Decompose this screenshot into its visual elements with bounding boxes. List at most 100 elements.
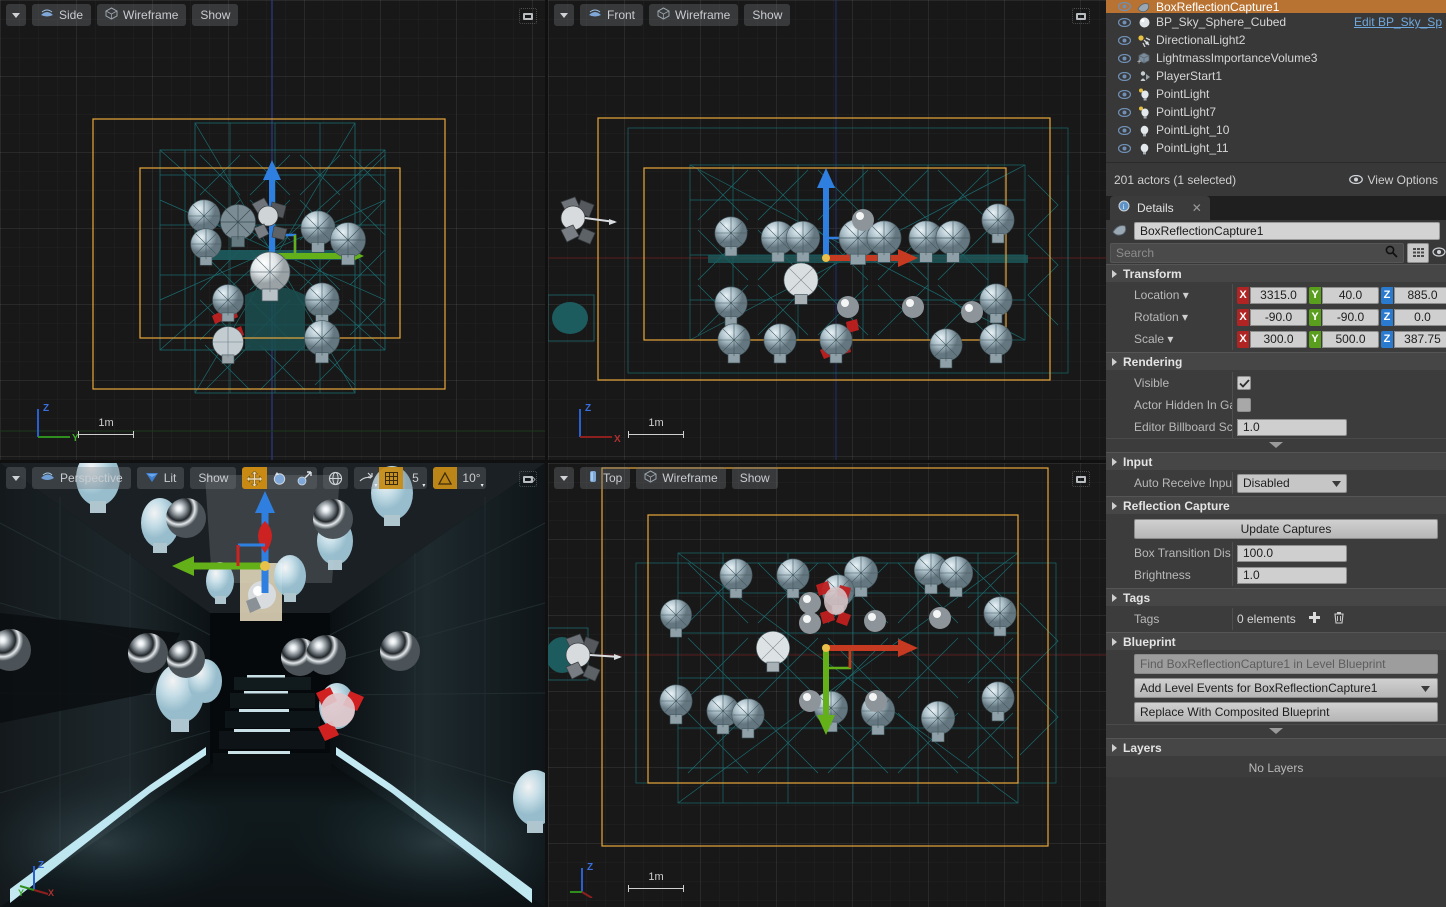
vector-y[interactable]: Y 500.0 (1309, 330, 1379, 348)
visible-checkbox[interactable] (1237, 376, 1251, 390)
viewport-view-type-button[interactable]: Top (580, 467, 631, 489)
outliner-row-pointlight7[interactable]: PointLight7 (1106, 103, 1446, 121)
location-x-field[interactable]: 3315.0 (1250, 286, 1307, 304)
outliner-row-directionallight2[interactable]: DirectionalLight2 (1106, 31, 1446, 49)
section-header-layers[interactable]: Layers (1106, 738, 1446, 756)
outliner-row-boxreflectioncapture1[interactable]: BoxReflectionCapture1 (1106, 0, 1446, 14)
outliner-row-pointlight-11[interactable]: PointLight_11 (1106, 139, 1446, 157)
viewport-shading-button[interactable]: Lit (136, 467, 185, 489)
angle-snap-value[interactable]: 10° ▾ (457, 467, 485, 489)
location-y-field[interactable]: 40.0 (1322, 286, 1379, 304)
vector-y[interactable]: Y 40.0 (1309, 286, 1379, 304)
update-captures-button[interactable]: Update Captures (1134, 519, 1438, 539)
outliner-row-playerstart1[interactable]: PlayerStart1 (1106, 67, 1446, 85)
grid-snap-icon[interactable] (379, 467, 404, 489)
angle-snap-icon[interactable] (433, 467, 458, 489)
eye-icon[interactable] (1116, 107, 1132, 117)
blueprint-expand-more-button[interactable] (1106, 724, 1446, 736)
vector-z[interactable]: Z 0.0 (1381, 308, 1446, 326)
maximize-icon[interactable] (1072, 8, 1090, 24)
scale-y-field[interactable]: 500.0 (1322, 330, 1379, 348)
chevron-down-icon[interactable]: ▾ (1183, 288, 1189, 302)
outliner-row-bp-sky-sphere-cubed[interactable]: BP_Sky_Sphere_Cubed Edit BP_Sky_Sp (1106, 13, 1446, 31)
filter-icon[interactable] (1432, 246, 1446, 261)
world-globe-icon[interactable] (323, 467, 348, 489)
eye-icon[interactable] (1116, 143, 1132, 153)
vector-z[interactable]: Z 885.0 (1381, 286, 1446, 304)
billboard-scale-field[interactable]: 1.0 (1237, 418, 1347, 436)
translate-icon[interactable] (242, 467, 268, 489)
section-header-transform[interactable]: Transform (1106, 264, 1446, 282)
grid-snap-value[interactable]: 5 ▾ (403, 467, 427, 489)
rotation-y-field[interactable]: -90.0 (1322, 308, 1379, 326)
viewport-show-menu-button[interactable]: Show (731, 467, 778, 489)
vector-x[interactable]: X 300.0 (1237, 330, 1307, 348)
viewport-options-button[interactable] (554, 467, 574, 489)
chevron-down-icon[interactable]: ▾ (1182, 310, 1188, 324)
section-header-tags[interactable]: Tags (1106, 588, 1446, 606)
maximize-icon[interactable] (519, 471, 537, 487)
view-options-button[interactable]: View Options (1348, 173, 1438, 187)
viewport-shading-button[interactable]: Wireframe (636, 467, 726, 489)
viewport-view-type-button[interactable]: Perspective (32, 467, 131, 489)
search-input[interactable]: Search (1110, 243, 1404, 263)
eye-icon[interactable] (1116, 125, 1132, 135)
scale-z-field[interactable]: 387.75 (1394, 330, 1446, 348)
trash-icon[interactable] (1333, 611, 1345, 627)
section-header-reflection-capture[interactable]: Reflection Capture (1106, 496, 1446, 514)
box-transition-distance-field[interactable]: 100.0 (1237, 544, 1347, 562)
close-icon[interactable]: ✕ (1192, 201, 1202, 215)
rotation-x-field[interactable]: -90.0 (1250, 308, 1307, 326)
eye-icon[interactable] (1116, 35, 1132, 45)
rotate-icon[interactable] (267, 467, 292, 489)
viewport-show-menu-button[interactable]: Show (190, 467, 237, 489)
viewport-front[interactable]: Front Wireframe Show Z X 1m (548, 0, 1106, 460)
vector-y[interactable]: Y -90.0 (1309, 308, 1379, 326)
vector-x[interactable]: X -90.0 (1237, 308, 1307, 326)
scale-icon[interactable] (292, 467, 317, 489)
viewport-options-button[interactable] (6, 4, 26, 26)
chevron-down-icon[interactable]: ▾ (1167, 332, 1173, 346)
eye-icon[interactable] (1116, 89, 1132, 99)
section-header-blueprint[interactable]: Blueprint (1106, 632, 1446, 650)
eye-icon[interactable] (1116, 71, 1132, 81)
outliner-edit-blueprint-link[interactable]: Edit BP_Sky_Sp (1354, 15, 1446, 29)
search-icon[interactable] (1385, 245, 1398, 261)
add-level-events-dropdown[interactable]: Add Level Events for BoxReflectionCaptur… (1134, 678, 1438, 698)
find-in-level-blueprint-button[interactable]: Find BoxReflectionCapture1 in Level Blue… (1134, 654, 1438, 674)
viewport-options-button[interactable] (6, 467, 26, 489)
plus-icon[interactable] (1308, 611, 1321, 628)
eye-icon[interactable] (1116, 2, 1132, 11)
viewport-side[interactable]: Side Wireframe Show Z Y 1m (0, 0, 545, 460)
viewport-top[interactable]: Top Wireframe Show Z 1m (548, 463, 1106, 907)
viewport-options-button[interactable] (554, 4, 574, 26)
viewport-show-menu-button[interactable]: Show (192, 4, 239, 26)
viewport-view-type-button[interactable]: Front (580, 4, 644, 26)
maximize-icon[interactable] (519, 8, 537, 24)
viewport-show-menu-button[interactable]: Show (744, 4, 791, 26)
vector-x[interactable]: X 3315.0 (1237, 286, 1307, 304)
outliner-row-pointlight[interactable]: PointLight (1106, 85, 1446, 103)
actor-name-field[interactable]: BoxReflectionCapture1 (1134, 222, 1440, 240)
rendering-expand-more-button[interactable] (1106, 438, 1446, 450)
eye-icon[interactable] (1116, 17, 1132, 27)
maximize-icon[interactable] (1072, 471, 1090, 487)
vector-z[interactable]: Z 387.75 (1381, 330, 1446, 348)
replace-with-composited-blueprint-button[interactable]: Replace With Composited Blueprint (1134, 702, 1438, 722)
brightness-field[interactable]: 1.0 (1237, 566, 1347, 584)
outliner-row-lightmassimportancevolume3[interactable]: + LightmassImportanceVolume3 (1106, 49, 1446, 67)
viewport-shading-button[interactable]: Wireframe (649, 4, 739, 26)
rotation-z-field[interactable]: 0.0 (1394, 308, 1446, 326)
viewport-perspective[interactable]: Perspective Lit Show ▾ 5 ▾ 10° ▾ » Z Y X (0, 463, 545, 907)
viewport-shading-button[interactable]: Wireframe (97, 4, 187, 26)
scale-x-field[interactable]: 300.0 (1250, 330, 1307, 348)
outliner-row-pointlight-10[interactable]: PointLight_10 (1106, 121, 1446, 139)
outliner-list[interactable]: BoxReflectionCapture1 BP_Sky_Sphere_Cube… (1106, 0, 1446, 162)
viewport-view-type-button[interactable]: Side (32, 4, 92, 26)
section-header-rendering[interactable]: Rendering (1106, 352, 1446, 370)
auto-receive-input-dropdown[interactable]: Disabled (1237, 473, 1347, 493)
location-z-field[interactable]: 885.0 (1394, 286, 1446, 304)
surface-snap-icon[interactable]: ▾ (354, 467, 379, 489)
eye-icon[interactable] (1116, 53, 1132, 63)
grid-view-icon[interactable] (1407, 243, 1429, 263)
